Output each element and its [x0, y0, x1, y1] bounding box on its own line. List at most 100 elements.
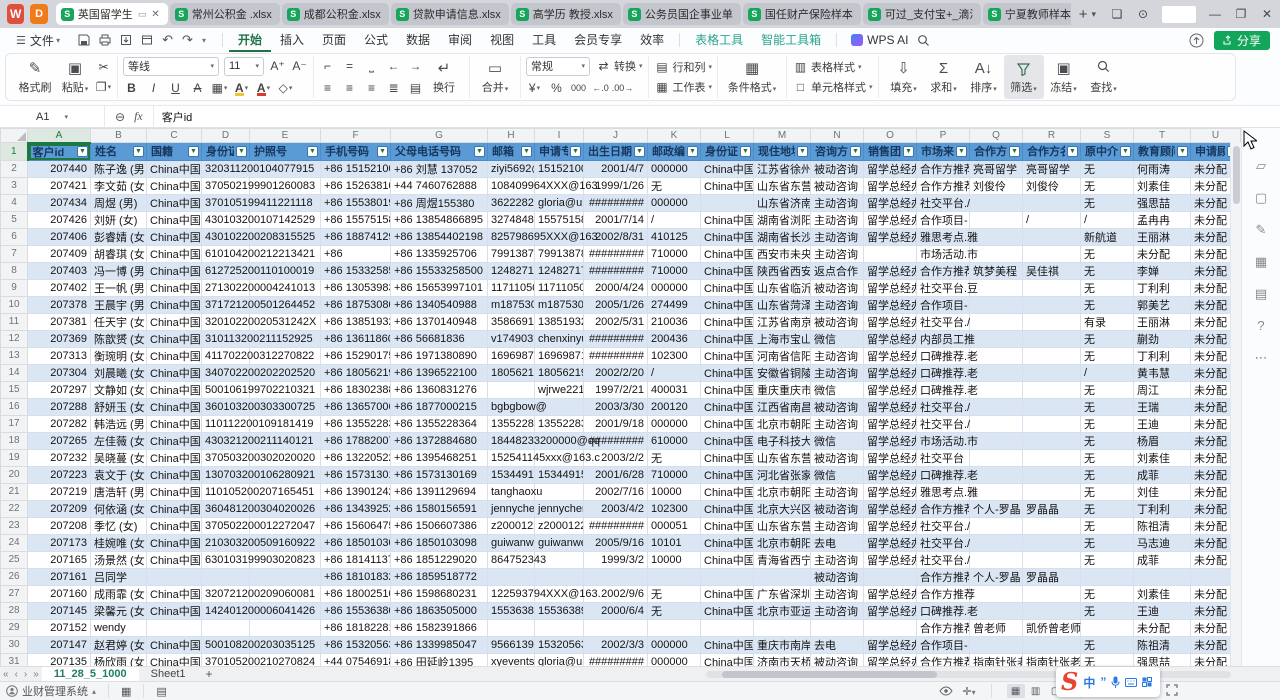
cell-I20[interactable]: 153449155: [535, 466, 584, 483]
cell-J8[interactable]: #########: [584, 262, 648, 279]
decrease-decimal-icon[interactable]: ←.0: [592, 80, 609, 97]
cell-O30[interactable]: 留学总经办: [864, 636, 917, 653]
header-cell-J[interactable]: 出生日期▼: [584, 143, 648, 161]
cell-I9[interactable]: 117110505: [535, 279, 584, 296]
cell-T22[interactable]: 丁利利: [1134, 500, 1191, 517]
cell-H28[interactable]: 155363896: [488, 602, 535, 619]
cell-T16[interactable]: 王瑞: [1134, 398, 1191, 415]
menu-tab[interactable]: 公式: [355, 28, 397, 52]
cell-G15[interactable]: +86 1360831276: [391, 381, 488, 398]
row-header-2[interactable]: 2: [1, 160, 28, 177]
cell-R22[interactable]: 罗晶晶: [1023, 500, 1081, 517]
cell-O20[interactable]: 留学总经办: [864, 466, 917, 483]
cell-M21[interactable]: 北京市朝阳: [754, 483, 811, 500]
cell-M23[interactable]: 山东省东营: [754, 517, 811, 534]
cell-T18[interactable]: 杨眉: [1134, 432, 1191, 449]
row-header-21[interactable]: 21: [1, 483, 28, 500]
cell-S18[interactable]: 无: [1081, 432, 1134, 449]
cell-C22[interactable]: China中国: [147, 500, 202, 517]
decrease-font-icon[interactable]: A⁻: [291, 58, 308, 75]
cell-G3[interactable]: +44 7460762888: [391, 177, 488, 194]
cell-D5[interactable]: 430103200107142529: [202, 211, 250, 228]
cell-C3[interactable]: China中国: [147, 177, 202, 194]
select-all-corner[interactable]: [1, 129, 28, 143]
cell-M11[interactable]: 江苏省南京: [754, 313, 811, 330]
cell-P22[interactable]: 合作方推荐: [917, 500, 970, 517]
cell-B3[interactable]: 李文茹 (女: [91, 177, 147, 194]
file-tab[interactable]: S宁夏教师样本.xlsx: [983, 3, 1071, 25]
cell-R28[interactable]: [1023, 602, 1081, 619]
cell-S23[interactable]: 无: [1081, 517, 1134, 534]
cell-A2[interactable]: 207440: [28, 160, 91, 177]
row-header-28[interactable]: 28: [1, 602, 28, 619]
cell-T21[interactable]: 刘佳: [1134, 483, 1191, 500]
cell-Q26[interactable]: 个人-罗晶: [970, 568, 1023, 585]
cell-T11[interactable]: 王丽淋: [1134, 313, 1191, 330]
cell-G10[interactable]: +86 1340540988: [391, 296, 488, 313]
header-cell-M[interactable]: 现住地址▼: [754, 143, 811, 161]
row-header-14[interactable]: 14: [1, 364, 28, 381]
cell-C19[interactable]: China中国: [147, 449, 202, 466]
cell-S22[interactable]: 无: [1081, 500, 1134, 517]
cell-D9[interactable]: 271302200004241013: [202, 279, 250, 296]
italic-icon[interactable]: I: [145, 80, 162, 97]
cell-A28[interactable]: 207145: [28, 602, 91, 619]
cell-K5[interactable]: /: [648, 211, 701, 228]
cell-O4[interactable]: 留学总经办: [864, 194, 917, 211]
cell-P4[interactable]: 社交平台./: [917, 194, 970, 211]
cell-C31[interactable]: China中国: [147, 653, 202, 666]
cell-N19[interactable]: 被动咨询: [811, 449, 864, 466]
cell-G14[interactable]: +86 1396522100: [391, 364, 488, 381]
cell-H3[interactable]: 108409964XXX@163.: [488, 177, 535, 194]
cell-C20[interactable]: China中国: [147, 466, 202, 483]
column-header-F[interactable]: F: [321, 129, 391, 143]
row-header-9[interactable]: 9: [1, 279, 28, 296]
cell-F28[interactable]: +86 15536380: [321, 602, 391, 619]
cell-C2[interactable]: China中国: [147, 160, 202, 177]
cell-S21[interactable]: 无: [1081, 483, 1134, 500]
cell-K30[interactable]: 000000: [648, 636, 701, 653]
cell-D14[interactable]: 340702200202202520: [202, 364, 250, 381]
upload-cloud-icon[interactable]: [1189, 33, 1204, 48]
cell-P6[interactable]: 雅思考点.雅: [917, 228, 970, 245]
cell-F4[interactable]: +86 15538019: [321, 194, 391, 211]
header-cell-K[interactable]: 邮政编码▼: [648, 143, 701, 161]
cell-L7[interactable]: China中国: [701, 245, 754, 262]
prev-sheet-icon[interactable]: ‹: [12, 669, 21, 680]
cell-J29[interactable]: [584, 619, 648, 636]
cell-J30[interactable]: 2002/3/3: [584, 636, 648, 653]
cell-O28[interactable]: 留学总经办: [864, 602, 917, 619]
row-header-15[interactable]: 15: [1, 381, 28, 398]
cell-C10[interactable]: China中国: [147, 296, 202, 313]
cell-S2[interactable]: 无: [1081, 160, 1134, 177]
cell-L17[interactable]: China中国: [701, 415, 754, 432]
cell-G6[interactable]: +86 13854402198: [391, 228, 488, 245]
header-cell-H[interactable]: 邮箱▼: [488, 143, 535, 161]
cell-P12[interactable]: 内部员工推: [917, 330, 970, 347]
cell-L19[interactable]: China中国: [701, 449, 754, 466]
cell-B24[interactable]: 桂婉唯 (女: [91, 534, 147, 551]
cell-A6[interactable]: 207406: [28, 228, 91, 245]
column-header-A[interactable]: A: [28, 129, 91, 143]
cell-L27[interactable]: China中国: [701, 585, 754, 602]
cell-L24[interactable]: China中国: [701, 534, 754, 551]
cell-I5[interactable]: 155751588: [535, 211, 584, 228]
cell-T3[interactable]: 刘素佳: [1134, 177, 1191, 194]
comment-tool-icon[interactable]: ▢: [1255, 190, 1267, 206]
cell-C9[interactable]: China中国: [147, 279, 202, 296]
cell-J16[interactable]: 2003/3/30: [584, 398, 648, 415]
cell-T6[interactable]: 王丽淋: [1134, 228, 1191, 245]
cell-S5[interactable]: /: [1081, 211, 1134, 228]
worksheet-button[interactable]: ▦工作表▾: [654, 79, 713, 96]
cell-N5[interactable]: 主动咨询: [811, 211, 864, 228]
cell-H29[interactable]: [488, 619, 535, 636]
cell-B13[interactable]: 衡琬明 (女: [91, 347, 147, 364]
system-menu[interactable]: 业财管理系统 ▴: [6, 683, 96, 699]
cell-P13[interactable]: 口碑推荐.老: [917, 347, 970, 364]
cell-A31[interactable]: 207135: [28, 653, 91, 666]
cell-M25[interactable]: 青海省西宁: [754, 551, 811, 568]
cell-K29[interactable]: [648, 619, 701, 636]
cell-Q19[interactable]: [970, 449, 1023, 466]
cell-M22[interactable]: 北京大兴区: [754, 500, 811, 517]
cell-S28[interactable]: 无: [1081, 602, 1134, 619]
